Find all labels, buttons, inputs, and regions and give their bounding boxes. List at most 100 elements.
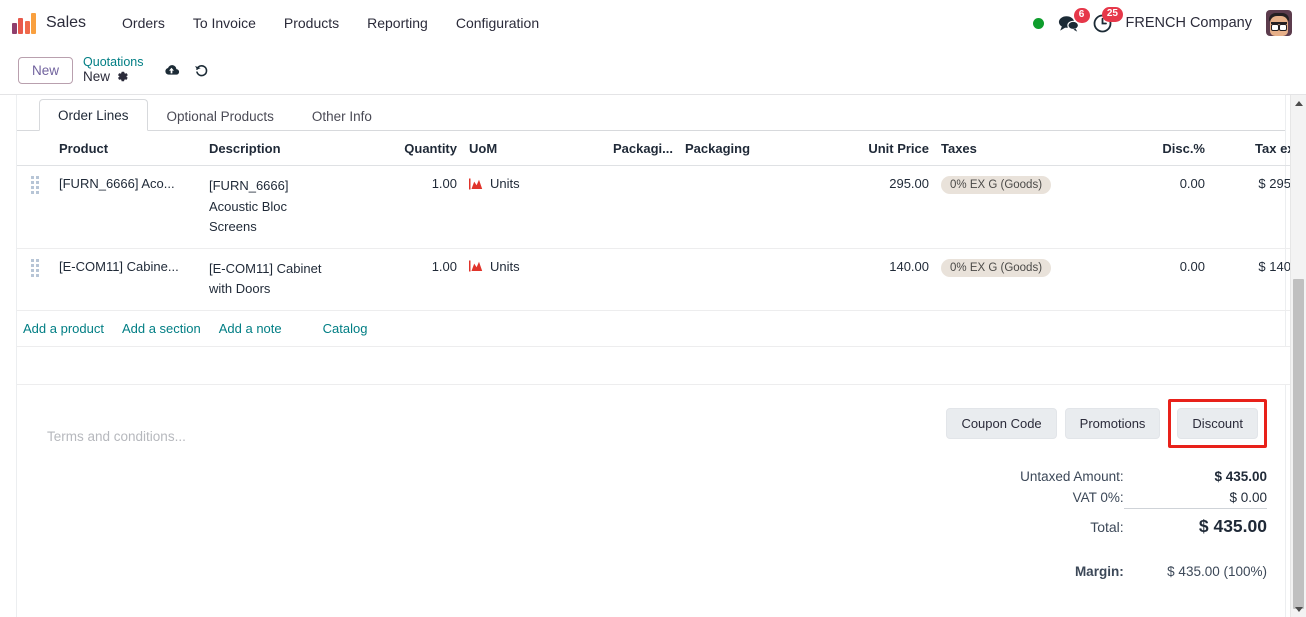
cell-product[interactable]: [E-COM11] Cabine... xyxy=(53,248,203,311)
row-drag-handle[interactable] xyxy=(17,248,53,311)
new-record-button[interactable]: New xyxy=(18,56,74,84)
table-row[interactable]: [E-COM11] Cabine... [E-COM11] Cabinet wi… xyxy=(17,248,1306,311)
scroll-down-arrow[interactable] xyxy=(1291,601,1306,617)
cell-uom[interactable]: Units xyxy=(463,248,593,311)
add-line-row: Add a product Add a section Add a note C… xyxy=(17,310,1306,347)
promotions-button[interactable]: Promotions xyxy=(1064,407,1161,439)
cell-packaging-qty[interactable] xyxy=(593,248,679,311)
totals-table: Untaxed Amount: $ 435.00 VAT 0%: $ 0.00 … xyxy=(975,466,1267,583)
add-line-cell: Add a product Add a section Add a note C… xyxy=(17,310,1306,347)
cell-quantity[interactable]: 1.00 xyxy=(368,165,463,249)
th-packaging[interactable]: Packaging xyxy=(679,131,839,166)
breadcrumb: Quotations New xyxy=(83,55,143,84)
control-panel: New Quotations New xyxy=(0,46,1306,94)
table-spacer-row xyxy=(17,346,1306,385)
messages-button[interactable]: 6 xyxy=(1058,7,1090,32)
menu-item-to-invoice[interactable]: To Invoice xyxy=(179,10,270,36)
order-footer: Terms and conditions... Coupon Code Prom… xyxy=(17,385,1285,583)
add-a-note-link[interactable]: Add a note xyxy=(219,321,282,336)
margin-value: $ 435.00 (100%) xyxy=(1167,564,1267,580)
menu-item-configuration[interactable]: Configuration xyxy=(442,10,553,36)
tab-order-lines[interactable]: Order Lines xyxy=(39,99,148,131)
menu-item-products[interactable]: Products xyxy=(270,10,353,36)
cell-taxes[interactable]: 0% EX G (Goods) xyxy=(935,165,1115,249)
th-unit-price[interactable]: Unit Price xyxy=(839,131,935,166)
app-name-sales[interactable]: Sales xyxy=(46,14,86,32)
order-lines-body: [FURN_6666] Aco... [FURN_6666] Acoustic … xyxy=(17,165,1306,385)
cell-product[interactable]: [FURN_6666] Aco... xyxy=(53,165,203,249)
order-lines-header: Product Description Quantity UoM Packagi… xyxy=(17,131,1306,166)
coupon-code-button[interactable]: Coupon Code xyxy=(946,407,1057,439)
drag-handle-icon[interactable] xyxy=(31,176,40,194)
tab-other-info[interactable]: Other Info xyxy=(293,100,391,131)
menu-item-orders[interactable]: Orders xyxy=(108,10,179,36)
th-discount[interactable]: Disc.% xyxy=(1115,131,1211,166)
cell-quantity[interactable]: 1.00 xyxy=(368,248,463,311)
user-avatar[interactable] xyxy=(1266,10,1292,36)
cell-unit-price[interactable]: 140.00 xyxy=(839,248,935,311)
activities-count-badge: 25 xyxy=(1102,6,1123,22)
th-taxes[interactable]: Taxes xyxy=(935,131,1115,166)
odoo-logo[interactable] xyxy=(12,12,36,34)
cell-description[interactable]: [E-COM11] Cabinet with Doors xyxy=(203,248,368,311)
undo-icon[interactable] xyxy=(194,63,209,78)
catalog-link[interactable]: Catalog xyxy=(323,321,368,336)
cloud-upload-icon[interactable] xyxy=(163,63,180,78)
cell-uom[interactable]: Units xyxy=(463,165,593,249)
product-value: [FURN_6666] Aco... xyxy=(59,176,175,191)
scrollbar-track[interactable] xyxy=(1291,111,1306,609)
cell-packaging-qty[interactable] xyxy=(593,165,679,249)
tab-optional-products[interactable]: Optional Products xyxy=(148,100,293,131)
vertical-scrollbar[interactable] xyxy=(1290,95,1306,617)
cell-unit-price[interactable]: 295.00 xyxy=(839,165,935,249)
cell-taxes[interactable]: 0% EX G (Goods) xyxy=(935,248,1115,311)
order-lines-table: Product Description Quantity UoM Packagi… xyxy=(17,131,1306,385)
cell-discount[interactable]: 0.00 xyxy=(1115,248,1211,311)
terms-section: Terms and conditions... xyxy=(17,399,725,583)
form-sheet-area: Order Lines Optional Products Other Info… xyxy=(0,94,1306,617)
uom-value: Units xyxy=(490,258,520,274)
product-value: [E-COM11] Cabine... xyxy=(59,258,179,274)
cell-discount[interactable]: 0.00 xyxy=(1115,165,1211,249)
table-header-row: Product Description Quantity UoM Packagi… xyxy=(17,131,1306,166)
totals-row-margin: Margin: $ 435.00 (100%) xyxy=(975,540,1267,582)
form-sheet: Order Lines Optional Products Other Info… xyxy=(16,95,1306,617)
th-quantity[interactable]: Quantity xyxy=(368,131,463,166)
add-line-links: Add a product Add a section Add a note C… xyxy=(23,321,1306,336)
table-row[interactable]: [FURN_6666] Aco... [FURN_6666] Acoustic … xyxy=(17,165,1306,249)
th-packaging-qty[interactable]: Packagi... xyxy=(593,131,679,166)
tax-badge: 0% EX G (Goods) xyxy=(941,258,1052,277)
row-drag-handle[interactable] xyxy=(17,165,53,249)
breadcrumb-quotations-link[interactable]: Quotations xyxy=(83,55,143,69)
th-uom[interactable]: UoM xyxy=(463,131,593,166)
cell-description[interactable]: [FURN_6666] Acoustic Bloc Screens xyxy=(203,165,368,249)
th-product[interactable]: Product xyxy=(53,131,203,166)
terms-and-conditions-input[interactable]: Terms and conditions... xyxy=(47,429,725,444)
activities-button[interactable]: 25 xyxy=(1093,6,1123,33)
record-action-buttons xyxy=(163,63,209,78)
add-a-product-link[interactable]: Add a product xyxy=(23,321,104,336)
total-label: Total: xyxy=(1090,518,1124,535)
totals-row-vat: VAT 0%: $ 0.00 xyxy=(975,487,1267,509)
totals-row-total: Total: $ 435.00 xyxy=(975,509,1267,540)
margin-label: Margin: xyxy=(1074,564,1124,580)
th-handle xyxy=(17,131,53,166)
breadcrumb-current-record: New xyxy=(83,69,111,85)
drag-handle-icon[interactable] xyxy=(31,258,40,277)
navbar-right-tools: 6 25 FRENCH Company xyxy=(1032,6,1292,36)
th-description[interactable]: Description xyxy=(203,131,368,166)
untaxed-amount-label: Untaxed Amount: xyxy=(1020,468,1124,484)
cell-packaging[interactable] xyxy=(679,248,839,311)
scroll-up-arrow[interactable] xyxy=(1291,95,1306,111)
cell-packaging[interactable] xyxy=(679,165,839,249)
promotion-buttons: Coupon Code Promotions Discount xyxy=(946,398,1267,448)
scrollbar-thumb[interactable] xyxy=(1293,279,1304,609)
total-value: $ 435.00 xyxy=(1198,516,1267,537)
company-switcher[interactable]: FRENCH Company xyxy=(1126,15,1253,31)
discount-button[interactable]: Discount xyxy=(1177,407,1258,439)
add-a-section-link[interactable]: Add a section xyxy=(122,321,201,336)
totals-section: Coupon Code Promotions Discount Untaxed … xyxy=(725,398,1285,583)
menu-item-reporting[interactable]: Reporting xyxy=(353,10,442,36)
notebook-tabs: Order Lines Optional Products Other Info xyxy=(17,95,1285,131)
gear-icon[interactable] xyxy=(116,70,129,83)
